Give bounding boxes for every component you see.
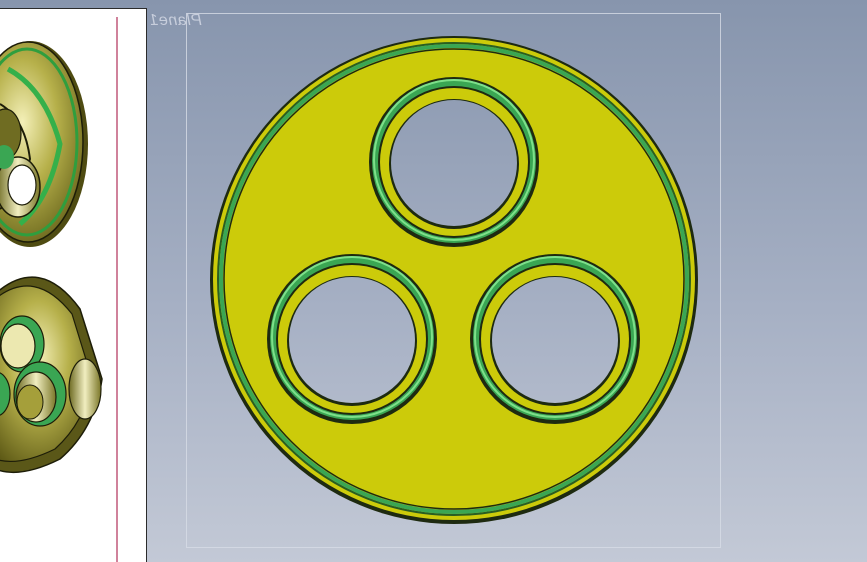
hole-bottom-right[interactable] [470, 254, 640, 424]
graphics-viewport[interactable]: Plane1 [0, 0, 867, 562]
hole-bottom-left[interactable] [267, 254, 437, 424]
part-model[interactable] [0, 0, 867, 562]
hole-top[interactable] [369, 77, 539, 247]
